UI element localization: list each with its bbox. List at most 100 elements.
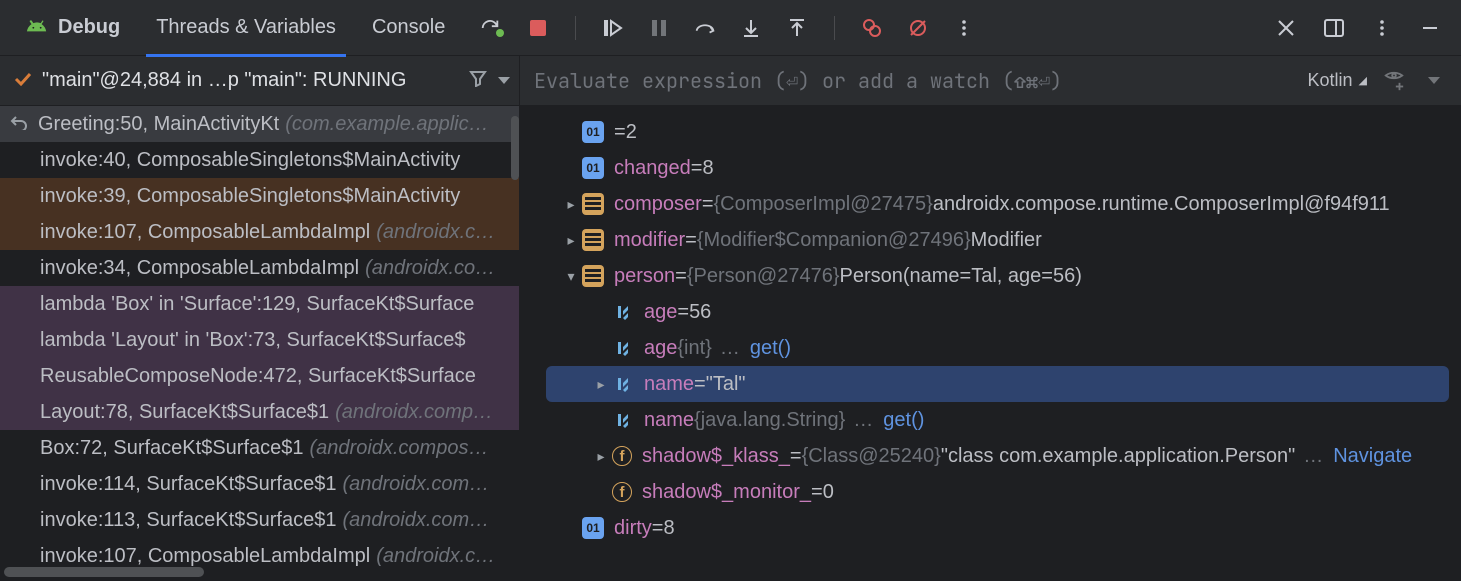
variable-row[interactable]: ▸fshadow$_klass_ = {Class@25240} "class … (520, 438, 1461, 474)
equals-sign: = (790, 445, 802, 468)
variable-row[interactable]: ▸composer = {ComposerImpl@27475} android… (520, 186, 1461, 222)
mute-breakpoints-icon[interactable] (905, 15, 931, 41)
variable-action-link[interactable]: get() (883, 409, 924, 432)
frame-location: (androidx.comp… (335, 401, 493, 424)
variables-pane: ·01= 2·01changed = 8▸composer = {Compose… (520, 106, 1461, 581)
frame-location: (com.example.applic… (285, 113, 488, 136)
variable-name: age (644, 337, 677, 360)
equals-sign: = (652, 517, 664, 540)
tab-debug[interactable]: Debug (8, 0, 138, 56)
variable-value: 8 (702, 157, 713, 180)
variable-row[interactable]: ·01changed = 8 (520, 150, 1461, 186)
stack-frame-row[interactable]: invoke:40, ComposableSingletons$MainActi… (0, 142, 519, 178)
tab-threads-variables[interactable]: Threads & Variables (138, 0, 354, 56)
variable-action-link[interactable]: Navigate (1333, 445, 1412, 468)
stack-frame-row[interactable]: Greeting:50, MainActivityKt(com.example.… (0, 106, 519, 142)
minimize-icon[interactable] (1417, 15, 1443, 41)
variable-row[interactable]: ▸name = "Tal" (546, 366, 1449, 402)
expand-icon[interactable]: ▸ (560, 196, 582, 213)
vertical-scrollbar[interactable] (511, 116, 519, 180)
variable-value: 0 (823, 481, 834, 504)
variable-name: composer (614, 193, 702, 216)
variable-row[interactable]: ▸modifier = {Modifier$Companion@27496} M… (520, 222, 1461, 258)
thread-dropdown-icon[interactable] (497, 69, 511, 92)
ellipsis: … (1303, 445, 1323, 468)
frame-label: invoke:40, ComposableSingletons$MainActi… (40, 149, 460, 172)
variable-type: {int} (677, 337, 711, 360)
drop-frame-icon[interactable] (10, 113, 28, 136)
variable-value: Modifier (971, 229, 1042, 252)
add-watch-icon[interactable] (1381, 68, 1407, 94)
stack-frame-row[interactable]: invoke:107, ComposableLambdaImpl (android… (0, 214, 519, 250)
variable-name: name (644, 409, 694, 432)
stack-frame-row[interactable]: lambda 'Layout' in 'Box':73, SurfaceKt$S… (0, 322, 519, 358)
frame-label: invoke:107, ComposableLambdaImpl (40, 545, 370, 568)
field-var-icon (612, 373, 634, 395)
thread-status-text: "main"@24,884 in …p "main": RUNNING (42, 69, 459, 92)
variable-row[interactable]: ·01dirty = 8 (520, 510, 1461, 546)
filter-icon[interactable] (469, 69, 487, 93)
expression-input[interactable]: Evaluate expression (⏎) or add a watch (… (534, 68, 1294, 94)
frame-location: (androidx.c… (376, 545, 495, 568)
frame-location: (androidx.c… (376, 221, 495, 244)
variable-row[interactable]: ·age = 56 (520, 294, 1461, 330)
close-icon[interactable] (1273, 15, 1299, 41)
stop-icon[interactable] (525, 15, 551, 41)
expand-icon[interactable]: ▸ (590, 448, 612, 465)
variable-row[interactable]: ·age {int} …get() (520, 330, 1461, 366)
variable-value: androidx.compose.runtime.ComposerImpl@f9… (933, 193, 1390, 216)
stack-frame-row[interactable]: invoke:39, ComposableSingletons$MainActi… (0, 178, 519, 214)
equals-sign: = (675, 265, 687, 288)
obj-var-icon (582, 229, 604, 251)
variable-name: changed (614, 157, 691, 180)
stack-frame-row[interactable]: invoke:114, SurfaceKt$Surface$1(androidx… (0, 466, 519, 502)
view-breakpoints-icon[interactable] (859, 15, 885, 41)
variable-value: 56 (689, 301, 711, 324)
pause-icon[interactable] (646, 15, 672, 41)
frame-label: invoke:107, ComposableLambdaImpl (40, 221, 370, 244)
variable-row[interactable]: ·fshadow$_monitor_ = 0 (520, 474, 1461, 510)
stack-frame-row[interactable]: ReusableComposeNode:472, SurfaceKt$Surfa… (0, 358, 519, 394)
step-out-icon[interactable] (784, 15, 810, 41)
tab-console[interactable]: Console (354, 0, 463, 56)
variable-row[interactable]: ▾person = {Person@27476} Person(name=Tal… (520, 258, 1461, 294)
stack-frame-row[interactable]: lambda 'Box' in 'Surface':129, SurfaceKt… (0, 286, 519, 322)
step-into-icon[interactable] (738, 15, 764, 41)
variable-row[interactable]: ·01= 2 (520, 114, 1461, 150)
variable-action-link[interactable]: get() (750, 337, 791, 360)
collapse-icon[interactable]: ▾ (560, 268, 582, 285)
variable-type: {Person@27476} (687, 265, 840, 288)
language-selector[interactable]: Kotlin ◢ (1308, 70, 1368, 91)
expand-icon[interactable]: ▸ (560, 232, 582, 249)
variable-value: "class com.example.application.Person" (941, 445, 1295, 468)
variable-value: Person(name=Tal, age=56) (840, 265, 1082, 288)
classf-var-icon: f (612, 446, 632, 466)
layout-icon[interactable] (1321, 15, 1347, 41)
thread-status[interactable]: "main"@24,884 in …p "main": RUNNING (0, 56, 520, 105)
frame-label: ReusableComposeNode:472, SurfaceKt$Surfa… (40, 365, 476, 388)
frame-label: lambda 'Box' in 'Surface':129, SurfaceKt… (40, 293, 474, 316)
language-label: Kotlin (1308, 70, 1353, 91)
resume-icon[interactable] (600, 15, 626, 41)
debug-body: Greeting:50, MainActivityKt(com.example.… (0, 106, 1461, 581)
stack-frame-row[interactable]: invoke:34, ComposableLambdaImpl(androidx… (0, 250, 519, 286)
step-over-icon[interactable] (692, 15, 718, 41)
stack-frame-row[interactable]: Box:72, SurfaceKt$Surface$1(androidx.com… (0, 430, 519, 466)
options-icon[interactable] (1369, 15, 1395, 41)
variable-row[interactable]: ·name {java.lang.String} …get() (520, 402, 1461, 438)
horizontal-scrollbar[interactable] (4, 567, 204, 577)
expr-dropdown-icon[interactable] (1421, 68, 1447, 94)
expand-icon[interactable]: ▸ (590, 376, 612, 393)
toolbar-divider (575, 16, 576, 40)
variable-type: {Class@25240} (802, 445, 941, 468)
caret-icon: ◢ (1359, 74, 1367, 87)
int-var-icon: 01 (582, 121, 604, 143)
field-var-icon (612, 409, 634, 431)
debug-tabbar: Debug Threads & Variables Console (0, 0, 1461, 56)
rerun-icon[interactable] (479, 15, 505, 41)
equals-sign: = (811, 481, 823, 504)
frame-label: invoke:114, SurfaceKt$Surface$1 (40, 473, 336, 496)
more-icon[interactable] (951, 15, 977, 41)
stack-frame-row[interactable]: invoke:113, SurfaceKt$Surface$1(androidx… (0, 502, 519, 538)
stack-frame-row[interactable]: Layout:78, SurfaceKt$Surface$1(androidx.… (0, 394, 519, 430)
